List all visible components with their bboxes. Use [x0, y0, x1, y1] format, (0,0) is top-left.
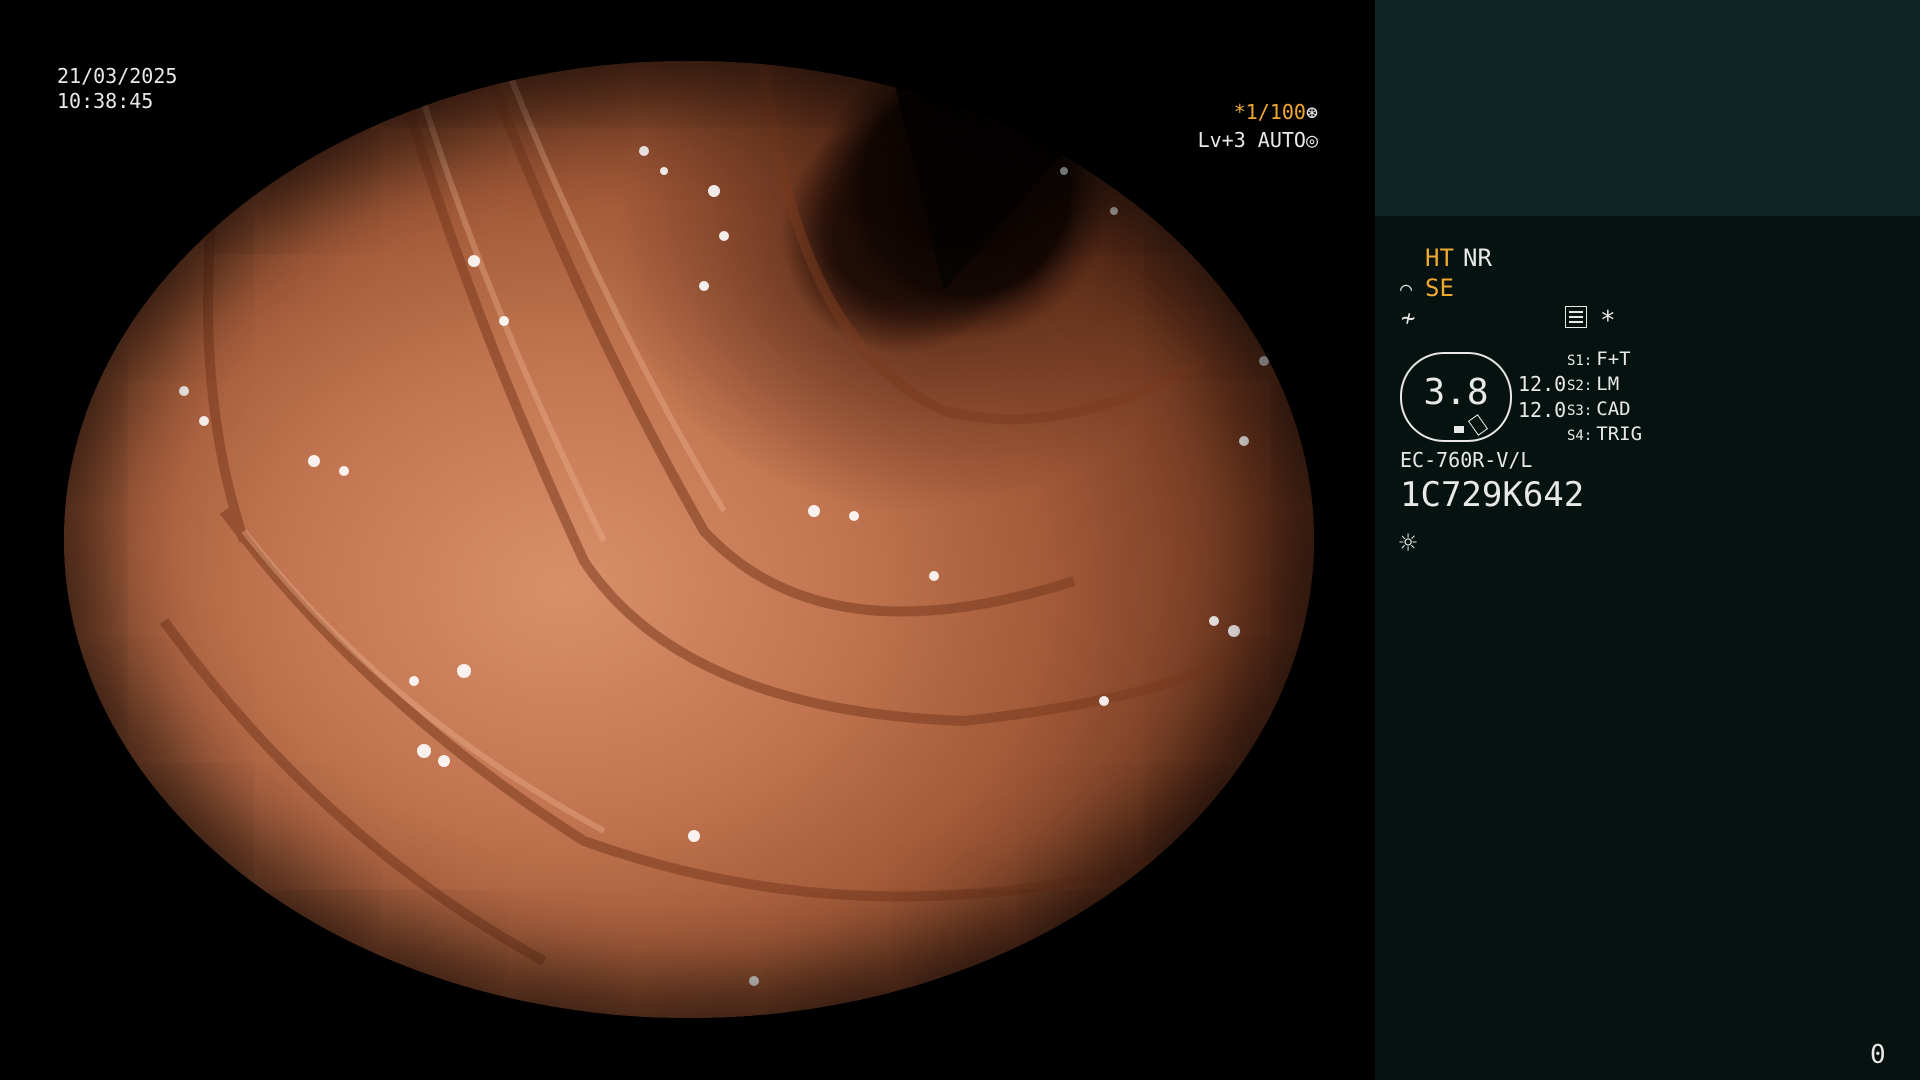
- switch-3-label: S3:: [1567, 403, 1593, 419]
- se-label: SE: [1425, 274, 1454, 302]
- mucosa-folds: [159, 61, 1269, 986]
- scope-model: EC-760R-V/L: [1400, 448, 1533, 472]
- scope-slash-icon: [1467, 414, 1489, 436]
- iris-icon: ◎: [1305, 128, 1318, 152]
- switch-2-label: S2:: [1567, 378, 1593, 394]
- shutter-text: *1/100: [1233, 100, 1306, 124]
- se-icon: ⌒: [1400, 276, 1413, 300]
- scope-mini-icon: [1454, 426, 1464, 433]
- endoscopic-image: [64, 61, 1314, 1018]
- menu-icon: [1565, 306, 1587, 328]
- iris-text: Lv+3 AUTO: [1197, 128, 1306, 152]
- switch-4-label: S4:: [1567, 428, 1593, 444]
- switch-1-label: S1:: [1567, 353, 1593, 369]
- light-icon: ☼: [1399, 526, 1418, 561]
- info-panel: HT NR ⌒ SE ≁ * 3.8 12.0 12.0 S1: F+T S2: L…: [1375, 0, 1920, 1080]
- ht-label: HT: [1425, 244, 1454, 272]
- value-1: 12.0: [1518, 372, 1567, 396]
- value-2: 12.0: [1518, 398, 1567, 422]
- filter-icon: ≁: [1401, 304, 1416, 332]
- switch-1-value: F+T: [1596, 348, 1631, 370]
- shutter-speed: *1/100⊛: [1234, 100, 1318, 124]
- switch-4-value: TRIG: [1596, 423, 1643, 445]
- switch-4: S4: TRIG: [1567, 423, 1642, 445]
- switch-3-value: CAD: [1596, 398, 1631, 420]
- date-text: 21/03/2025: [57, 64, 178, 88]
- iris-level: Lv+3 AUTO◎: [1198, 128, 1318, 152]
- switch-3: S3: CAD: [1567, 398, 1631, 420]
- asterisk-icon: *: [1600, 306, 1616, 336]
- switch-2-value: LM: [1596, 373, 1620, 395]
- scope-value: 3.8: [1423, 372, 1489, 413]
- frame-counter: 0: [1870, 1040, 1886, 1070]
- scope-serial: 1C729K642: [1400, 475, 1585, 515]
- shutter-icon: ⊛: [1305, 100, 1318, 124]
- scope-badge: 3.8: [1400, 352, 1512, 442]
- time-text: 10:38:45: [57, 89, 154, 113]
- switch-1: S1: F+T: [1567, 348, 1631, 370]
- switch-2: S2: LM: [1567, 373, 1619, 395]
- info-panel-header: [1375, 0, 1920, 216]
- nr-label: NR: [1463, 244, 1492, 272]
